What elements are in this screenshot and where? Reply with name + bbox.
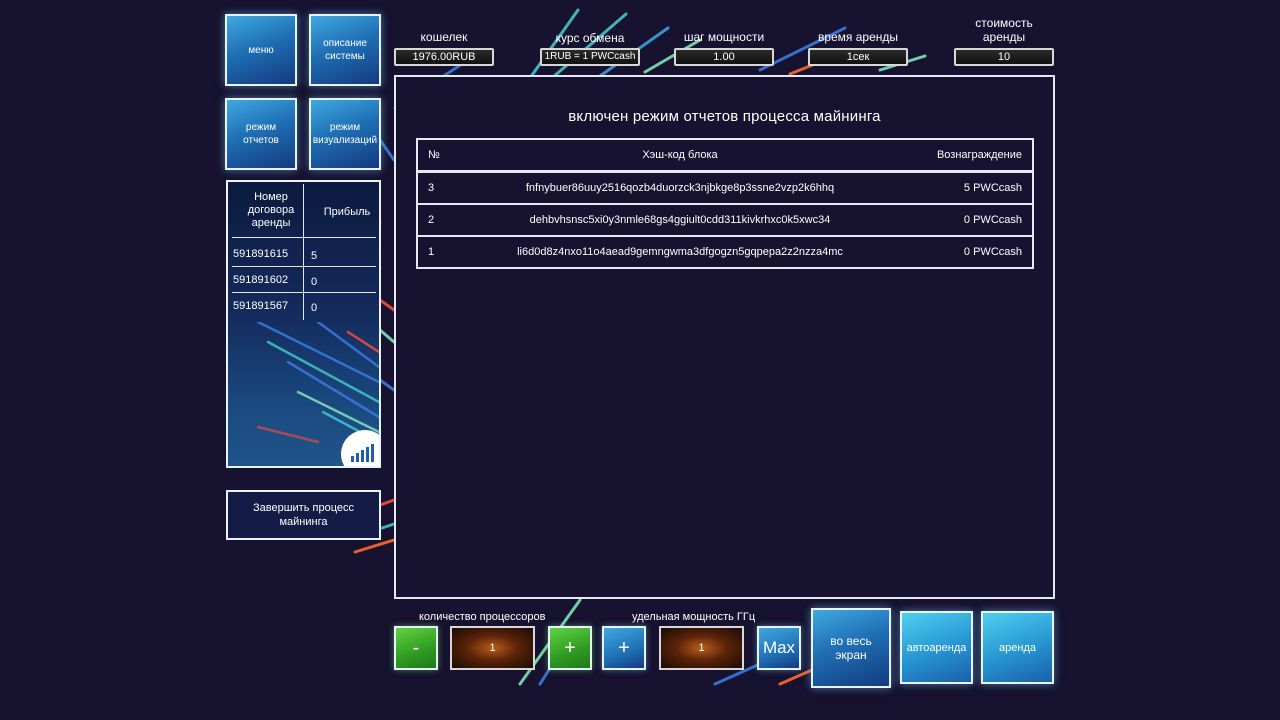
panel-title: включен режим отчетов процесса майнинга: [568, 108, 881, 125]
max-label: Max: [762, 638, 796, 657]
finish-mining-label: Завершить процесс майнинга: [253, 502, 354, 528]
contracts-header-divider: [232, 237, 376, 238]
exchange-rate-label: курс обмена: [555, 31, 625, 45]
processors-label: количество процессоров: [419, 611, 546, 623]
blocks-table: № Хэш-код блока Вознаграждение 3 fnfnybu…: [416, 138, 1034, 269]
system-description-button[interactable]: описание системы: [309, 14, 381, 86]
block-hash: li6d0d8z4nxo11o4aead9gemngwma3dfgogzn5gq…: [458, 235, 902, 269]
visualization-mode-button[interactable]: режим визуализаций: [309, 98, 381, 170]
contract-id: 591891615: [233, 248, 289, 260]
report-panel: включен режим отчетов процесса майнинга …: [394, 75, 1055, 599]
rent-cost-value: 10: [954, 48, 1054, 66]
power-plus-button[interactable]: +: [602, 626, 646, 670]
contract-profit: 5: [311, 250, 318, 262]
contract-id: 591891567: [233, 300, 289, 312]
menu-button-label: меню: [248, 44, 274, 56]
wallet-value: 1976.00RUB: [394, 48, 494, 66]
profit-header: Прибыль: [323, 206, 371, 218]
block-hash: dehbvhsnsc5xi0y3nmle68gs4ggiult0cdd311ki…: [458, 203, 902, 237]
reports-mode-label: режим отчетов: [243, 122, 279, 146]
rent-time-value: 1сек: [808, 48, 908, 66]
contract-profit: 0: [311, 302, 318, 314]
table-header-row: № Хэш-код блока Вознаграждение: [416, 138, 1034, 173]
wallet-label: кошелек: [420, 30, 468, 44]
table-row: 1 li6d0d8z4nxo11o4aead9gemngwma3dfgogzn5…: [416, 235, 1034, 269]
block-reward: 5 PWCcash: [902, 170, 1034, 205]
contract-profit: 0: [311, 276, 318, 288]
rent-button[interactable]: аренда: [981, 611, 1054, 684]
minus-icon: -: [412, 636, 420, 659]
column-header-hash: Хэш-код блока: [458, 138, 902, 173]
rent-time-label: время аренды: [817, 30, 899, 44]
power-step-value: 1.00: [674, 48, 774, 66]
contract-row: 591891615 5: [228, 240, 379, 266]
block-num: 1: [416, 235, 458, 269]
auto-rent-label: автоаренда: [906, 641, 967, 654]
processors-plus-button[interactable]: +: [548, 626, 592, 670]
fullscreen-button[interactable]: во весь экран: [811, 608, 891, 688]
processors-minus-button[interactable]: -: [394, 626, 438, 670]
block-num: 3: [416, 170, 458, 205]
system-description-label: описание системы: [323, 38, 367, 62]
fullscreen-label: во весь экран: [830, 634, 872, 662]
rent-label: аренда: [999, 641, 1036, 654]
visualization-mode-label: режим визуализаций: [312, 122, 378, 146]
finish-mining-button[interactable]: Завершить процесс майнинга: [226, 490, 381, 540]
contract-row: 591891602 0: [228, 266, 379, 292]
column-header-reward: Вознаграждение: [902, 138, 1034, 173]
processors-value: 1: [450, 626, 535, 670]
block-reward: 0 PWCcash: [902, 235, 1034, 269]
block-num: 2: [416, 203, 458, 237]
block-reward: 0 PWCcash: [902, 203, 1034, 237]
table-row: 2 dehbvhsnsc5xi0y3nmle68gs4ggiult0cdd311…: [416, 203, 1034, 237]
auto-rent-button[interactable]: автоаренда: [900, 611, 973, 684]
contracts-panel: Номер договора аренды Прибыль 591891615 …: [226, 180, 381, 468]
menu-button[interactable]: меню: [225, 14, 297, 86]
column-header-num: №: [416, 138, 458, 173]
power-step-label: шаг мощности: [683, 30, 765, 44]
plus-icon: +: [564, 636, 576, 659]
rent-cost-label: стоимость аренды: [975, 16, 1033, 44]
contract-row: 591891567 0: [228, 292, 379, 318]
exchange-rate-value: 1RUB = 1 PWCcash: [540, 48, 640, 66]
reports-mode-button[interactable]: режим отчетов: [225, 98, 297, 170]
power-value: 1: [659, 626, 744, 670]
contract-id: 591891602: [233, 274, 289, 286]
power-max-button[interactable]: Max: [757, 626, 801, 670]
table-row: 3 fnfnybuer86uuy2516qozb4duorzck3njbkge8…: [416, 170, 1034, 205]
contract-number-header: Номер договора аренды: [247, 191, 295, 229]
plus-icon: +: [618, 636, 630, 659]
block-hash: fnfnybuer86uuy2516qozb4duorzck3njbkge8p3…: [458, 170, 902, 205]
power-label: удельная мощность ГГц: [632, 611, 756, 623]
